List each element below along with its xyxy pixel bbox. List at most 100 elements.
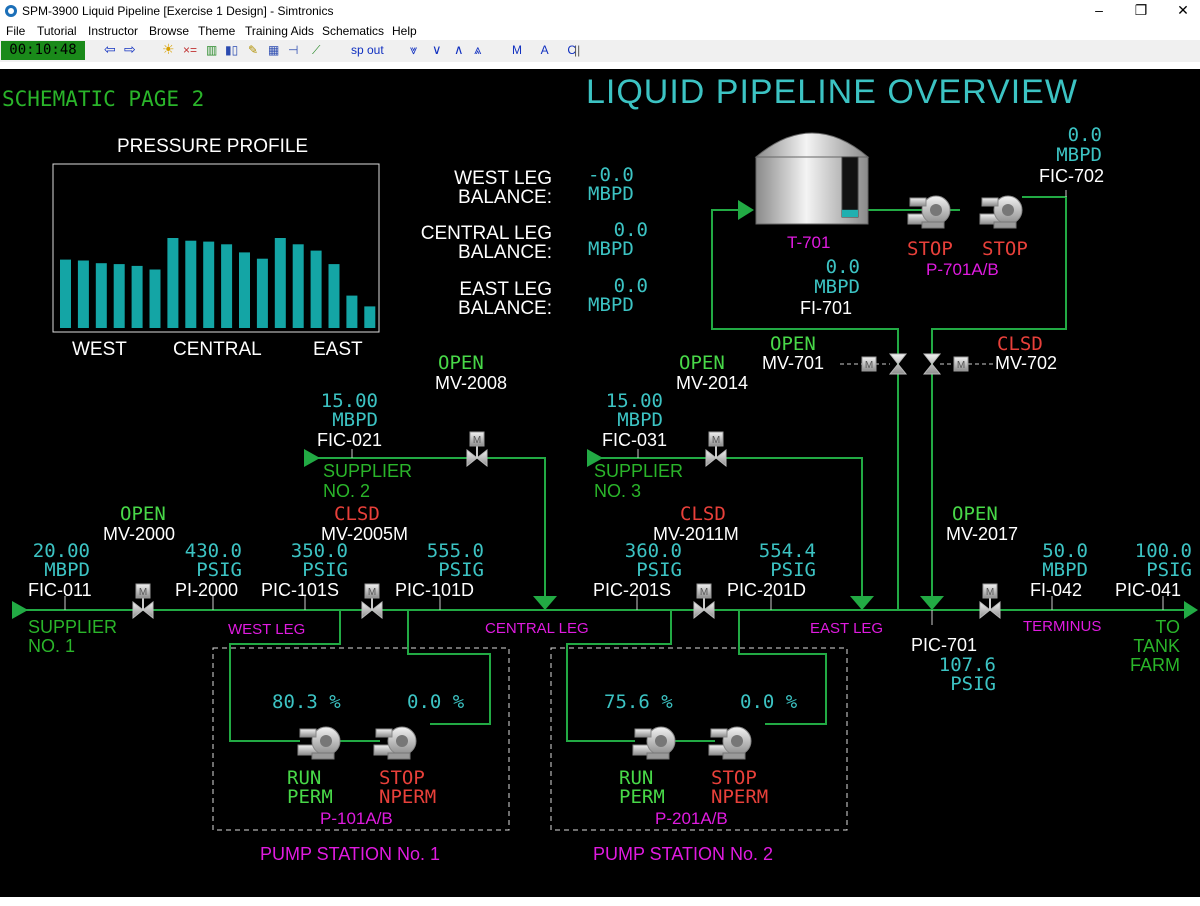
- window-bottom-border: [0, 897, 1200, 906]
- p-201b-permissive: NPERM: [711, 786, 769, 808]
- svg-text:M: M: [957, 360, 965, 371]
- fic-021-tag: FIC-021: [317, 430, 383, 450]
- back-arrow-icon[interactable]: ⇦: [104, 41, 116, 58]
- p-201a-pump-icon[interactable]: [632, 726, 676, 760]
- mv-2014-status: OPEN: [679, 352, 725, 374]
- chart-icon[interactable]: ⟋: [312, 43, 320, 58]
- mv-702-valve-icon[interactable]: [923, 353, 941, 375]
- p-701b-pump-icon[interactable]: [979, 195, 1023, 229]
- pic-101d-tag: PIC-101D: [395, 580, 475, 600]
- menu-file[interactable]: File: [6, 24, 25, 38]
- fi-042-tag: FI-042: [1030, 580, 1083, 600]
- mv-2005m-tag: MV-2005M: [321, 524, 409, 544]
- mv-702-status: CLSD: [997, 333, 1043, 355]
- p-701a-status: STOP: [907, 238, 953, 260]
- central-balance-label: CENTRAL LEG: [420, 223, 552, 244]
- pi-2000-tag: PI-2000: [175, 580, 239, 600]
- profile-label-west: WEST: [72, 339, 127, 360]
- pump-station-2-boundary: [550, 647, 848, 831]
- close-button[interactable]: ✕: [1160, 0, 1200, 22]
- mv-2005m-valve-icon[interactable]: [361, 583, 383, 619]
- menu-tutorial[interactable]: Tutorial: [37, 24, 77, 38]
- window-title: SPM-3900 Liquid Pipeline [Exercise 1 Des…: [22, 4, 334, 18]
- restore-button[interactable]: ❐: [1118, 0, 1164, 22]
- tank-t-701-tag: T-701: [787, 233, 831, 252]
- west-leg-label: WEST LEG: [228, 621, 306, 638]
- mv-2008-valve-icon[interactable]: [466, 431, 488, 467]
- mv-2014-valve-icon[interactable]: [705, 431, 727, 467]
- fic-702-unit: MBPD: [1056, 144, 1102, 166]
- forward-arrow-icon[interactable]: ⇨: [124, 41, 136, 58]
- mv-2000-tag: MV-2000: [103, 524, 176, 544]
- west-balance-unit: MBPD: [588, 183, 634, 205]
- p-201a-permissive: PERM: [619, 786, 665, 808]
- pressure-profile-bar: [256, 258, 268, 328]
- pic-201d-unit: PSIG: [770, 559, 816, 581]
- menu-help[interactable]: Help: [392, 24, 417, 38]
- mv-702-tag: MV-702: [995, 353, 1058, 373]
- pressure-profile-bar: [185, 240, 197, 328]
- sp-out-button[interactable]: sp out: [351, 43, 384, 57]
- supplier-3-number: NO. 3: [594, 481, 642, 501]
- pump-station-1-boundary: [212, 647, 510, 831]
- mv-2011m-valve-icon[interactable]: [693, 583, 715, 619]
- pic-101s-tag: PIC-101S: [261, 580, 340, 600]
- p-701b-status: STOP: [982, 238, 1028, 260]
- menu-training-aids[interactable]: Training Aids: [245, 24, 314, 38]
- p-701a-pump-icon[interactable]: [907, 195, 951, 229]
- p-201b-pump-icon[interactable]: [708, 726, 752, 760]
- p-201b-speed: 0.0 %: [740, 691, 798, 713]
- chevron-up-icon[interactable]: ∧: [454, 42, 464, 58]
- chevron-double-up-icon[interactable]: ⩓: [474, 42, 481, 58]
- pic-201s-tag: PIC-201S: [593, 580, 672, 600]
- fi-701-value: 0.0: [825, 256, 860, 278]
- profile-label-east: EAST: [313, 339, 363, 360]
- mv-701-valve-icon[interactable]: [889, 353, 907, 375]
- p-201a-speed: 75.6 %: [604, 691, 673, 713]
- multiply-icon[interactable]: ×=: [183, 43, 197, 57]
- menu-instructor[interactable]: Instructor: [88, 24, 138, 38]
- mv-2000-valve-icon[interactable]: [132, 583, 154, 619]
- pressure-profile-bars: [60, 238, 376, 328]
- svg-text:M: M: [865, 360, 873, 371]
- grid-icon[interactable]: ▦: [268, 43, 279, 57]
- pump-station-2-name: PUMP STATION No. 2: [593, 844, 774, 864]
- pic-701-tag: PIC-701: [911, 635, 978, 655]
- sun-icon[interactable]: ☀: [162, 41, 175, 58]
- tank-farm-line3: FARM: [1129, 655, 1180, 675]
- mv-701-actuator: M: [840, 356, 890, 372]
- p-101b-pump-icon[interactable]: [373, 726, 417, 760]
- menu-bar: File Tutorial Instructor Browse Theme Tr…: [0, 22, 1200, 40]
- pressure-profile-bar: [346, 295, 358, 328]
- pressure-profile-bar: [149, 269, 161, 328]
- fic-021-unit: MBPD: [332, 409, 378, 431]
- p-101a-pump-icon[interactable]: [297, 726, 341, 760]
- mv-2017-valve-icon[interactable]: [979, 583, 1001, 619]
- chevron-down-icon[interactable]: ∨: [432, 42, 442, 58]
- pencil-icon[interactable]: ✎: [248, 43, 258, 57]
- bar-graph-icon[interactable]: ▮▯: [225, 43, 238, 57]
- menu-browse[interactable]: Browse: [149, 24, 189, 38]
- p-101a-permissive: PERM: [287, 786, 333, 808]
- toolbar: 00:10:48 ⇦ ⇨ ☀ ×= ▥ ▮▯ ✎ ▦ ⊣ ⟋ sp out ⩔ …: [0, 40, 1200, 62]
- pressure-profile-bar: [328, 264, 340, 328]
- fi-701-unit: MBPD: [814, 276, 860, 298]
- toolbar-separator: ||: [574, 43, 581, 57]
- menu-theme[interactable]: Theme: [198, 24, 235, 38]
- supplier-2-number: NO. 2: [323, 481, 371, 501]
- fi-042-unit: MBPD: [1042, 559, 1088, 581]
- menu-schematics[interactable]: Schematics: [322, 24, 384, 38]
- controller-icon[interactable]: ⊣: [288, 43, 298, 57]
- pic-041-tag: PIC-041: [1115, 580, 1182, 600]
- fic-011-tag: FIC-011: [28, 580, 92, 600]
- chevron-double-down-icon[interactable]: ⩔: [410, 42, 417, 58]
- pic-701-unit: PSIG: [950, 673, 996, 695]
- pi-2000-unit: PSIG: [196, 559, 242, 581]
- pressure-profile-bar: [364, 306, 376, 328]
- trend-bars-icon[interactable]: ▥: [206, 43, 217, 57]
- mv-2014-tag: MV-2014: [676, 373, 749, 393]
- pressure-profile-bar: [203, 241, 215, 328]
- pressure-profile-bar: [221, 244, 233, 328]
- supplier-1-number: NO. 1: [28, 636, 76, 656]
- minimize-button[interactable]: –: [1076, 0, 1122, 22]
